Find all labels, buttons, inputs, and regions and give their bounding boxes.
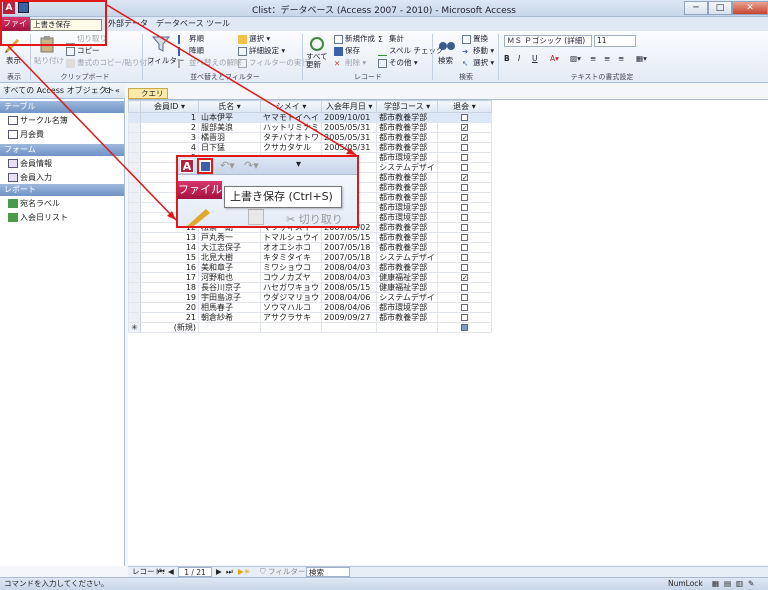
arrow-line xyxy=(7,45,177,221)
annotation-arrows xyxy=(7,4,357,221)
arrow-line xyxy=(106,4,357,156)
record-position-input[interactable]: 1 / 21 xyxy=(178,567,212,577)
last-record-icon[interactable]: ⏭ xyxy=(226,567,233,577)
search-input[interactable]: 検索 xyxy=(306,567,350,577)
new-record-icon[interactable]: ▶✳ xyxy=(238,567,250,577)
status-bar: コマンドを入力してください。 NumLock ▦ ▤ ▥ ✎ xyxy=(0,577,768,590)
next-record-icon[interactable]: ▶ xyxy=(216,567,222,577)
record-navigator: レコード: ⏮ ◀ 1 / 21 ▶ ⏭ ▶✳ ⛉ フィルターなし 検索 xyxy=(128,566,768,577)
design-view-icon[interactable]: ✎ xyxy=(748,578,754,590)
numlock-indicator: NumLock xyxy=(668,579,703,588)
status-text: コマンドを入力してください。 xyxy=(4,579,109,588)
datasheet-view-icon[interactable]: ▦ xyxy=(712,578,719,590)
funnel-icon: ⛉ xyxy=(260,567,266,576)
pivotchart-view-icon[interactable]: ▥ xyxy=(736,578,743,590)
prev-record-icon[interactable]: ◀ xyxy=(168,567,174,577)
pivottable-view-icon[interactable]: ▤ xyxy=(724,578,731,590)
first-record-icon[interactable]: ⏮ xyxy=(158,567,165,577)
